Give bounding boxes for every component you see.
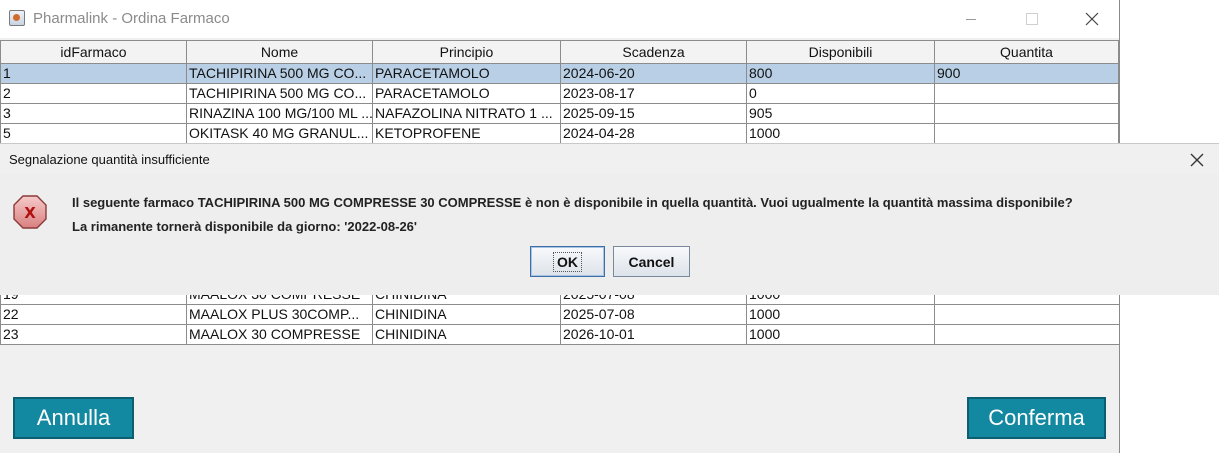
cell-scadenza[interactable]: 2026-10-01: [560, 324, 747, 345]
cell-nome[interactable]: MAALOX PLUS 30COMP...: [186, 304, 373, 325]
cell-quantita[interactable]: [934, 304, 1119, 325]
column-header-quantita[interactable]: Quantita: [934, 40, 1119, 64]
table-row[interactable]: 23 MAALOX 30 COMPRESSE CHINIDINA 2026-10…: [0, 324, 1119, 345]
cell-principio[interactable]: CHINIDINA: [372, 324, 561, 345]
ok-button-label: OK: [553, 251, 582, 272]
cell-idfarmaco[interactable]: 23: [0, 324, 187, 345]
cell-scadenza[interactable]: 2024-06-20: [560, 63, 747, 84]
cell-idfarmaco[interactable]: 5: [0, 123, 187, 144]
ok-button[interactable]: OK: [530, 246, 605, 277]
column-header-principio[interactable]: Principio: [372, 40, 561, 64]
cell-disponibili[interactable]: 0: [746, 83, 935, 104]
close-window-button[interactable]: [1072, 6, 1112, 32]
dialog-title: Segnalazione quantità insufficiente: [9, 152, 210, 167]
table-row[interactable]: 3 RINAZINA 100 MG/100 ML ... NAFAZOLINA …: [0, 103, 1119, 124]
maximize-button[interactable]: [1012, 6, 1052, 32]
cell-idfarmaco[interactable]: 3: [0, 103, 187, 124]
cell-disponibili[interactable]: 1000: [746, 304, 935, 325]
title-bar: Pharmalink - Ordina Farmaco: [0, 0, 1119, 38]
cell-idfarmaco[interactable]: 2: [0, 83, 187, 104]
cancel-button[interactable]: Cancel: [613, 246, 690, 277]
table-header-row: idFarmaco Nome Principio Scadenza Dispon…: [0, 40, 1119, 64]
dialog-message-line2: La rimanente tornerà disponibile da gior…: [72, 219, 417, 234]
cell-nome[interactable]: TACHIPIRINA 500 MG CO...: [186, 63, 373, 84]
annulla-button[interactable]: Annulla: [13, 397, 134, 439]
dialog-close-button[interactable]: [1190, 152, 1206, 168]
cell-nome[interactable]: OKITASK 40 MG GRANUL...: [186, 123, 373, 144]
svg-text:X: X: [24, 204, 36, 222]
app-icon: [9, 10, 25, 26]
error-icon: X: [13, 195, 47, 229]
column-header-nome[interactable]: Nome: [186, 40, 373, 64]
cell-idfarmaco[interactable]: 22: [0, 304, 187, 325]
conferma-button[interactable]: Conferma: [967, 397, 1106, 439]
column-header-disponibili[interactable]: Disponibili: [746, 40, 935, 64]
cell-quantita[interactable]: 900: [934, 63, 1119, 84]
dialog-message-line1: Il seguente farmaco TACHIPIRINA 500 MG C…: [72, 195, 1073, 210]
table-row[interactable]: 22 MAALOX PLUS 30COMP... CHINIDINA 2025-…: [0, 304, 1119, 325]
table-row[interactable]: 5 OKITASK 40 MG GRANUL... KETOPROFENE 20…: [0, 123, 1119, 144]
column-header-scadenza[interactable]: Scadenza: [560, 40, 747, 64]
cell-principio[interactable]: NAFAZOLINA NITRATO 1 ...: [372, 103, 561, 124]
close-icon: [1085, 12, 1099, 26]
cell-nome[interactable]: TACHIPIRINA 500 MG CO...: [186, 83, 373, 104]
cell-disponibili[interactable]: 905: [746, 103, 935, 124]
close-icon: [1190, 153, 1204, 167]
cell-scadenza[interactable]: 2025-09-15: [560, 103, 747, 124]
cell-principio[interactable]: PARACETAMOLO: [372, 83, 561, 104]
cell-disponibili[interactable]: 1000: [746, 123, 935, 144]
cell-quantita[interactable]: [934, 123, 1119, 144]
window-title: Pharmalink - Ordina Farmaco: [33, 10, 230, 27]
cell-principio[interactable]: PARACETAMOLO: [372, 63, 561, 84]
cell-quantita[interactable]: [934, 83, 1119, 104]
table-row[interactable]: 2 TACHIPIRINA 500 MG CO... PARACETAMOLO …: [0, 83, 1119, 104]
cell-scadenza[interactable]: 2025-07-08: [560, 304, 747, 325]
insufficient-quantity-dialog: Segnalazione quantità insufficiente X Il…: [0, 143, 1219, 295]
cell-quantita[interactable]: [934, 324, 1119, 345]
column-header-idfarmaco[interactable]: idFarmaco: [0, 40, 187, 64]
cell-nome[interactable]: RINAZINA 100 MG/100 ML ...: [186, 103, 373, 124]
cell-nome[interactable]: MAALOX 30 COMPRESSE: [186, 324, 373, 345]
cell-disponibili[interactable]: 1000: [746, 324, 935, 345]
cell-principio[interactable]: KETOPROFENE: [372, 123, 561, 144]
cell-principio[interactable]: CHINIDINA: [372, 304, 561, 325]
cell-quantita[interactable]: [934, 103, 1119, 124]
cell-disponibili[interactable]: 800: [746, 63, 935, 84]
dialog-body: X Il seguente farmaco TACHIPIRINA 500 MG…: [0, 174, 1219, 295]
cell-scadenza[interactable]: 2023-08-17: [560, 83, 747, 104]
table-row[interactable]: 1 TACHIPIRINA 500 MG CO... PARACETAMOLO …: [0, 63, 1119, 84]
farmaci-table: idFarmaco Nome Principio Scadenza Dispon…: [0, 40, 1119, 144]
minimize-button[interactable]: [952, 6, 992, 32]
cell-idfarmaco[interactable]: 1: [0, 63, 187, 84]
cell-scadenza[interactable]: 2024-04-28: [560, 123, 747, 144]
